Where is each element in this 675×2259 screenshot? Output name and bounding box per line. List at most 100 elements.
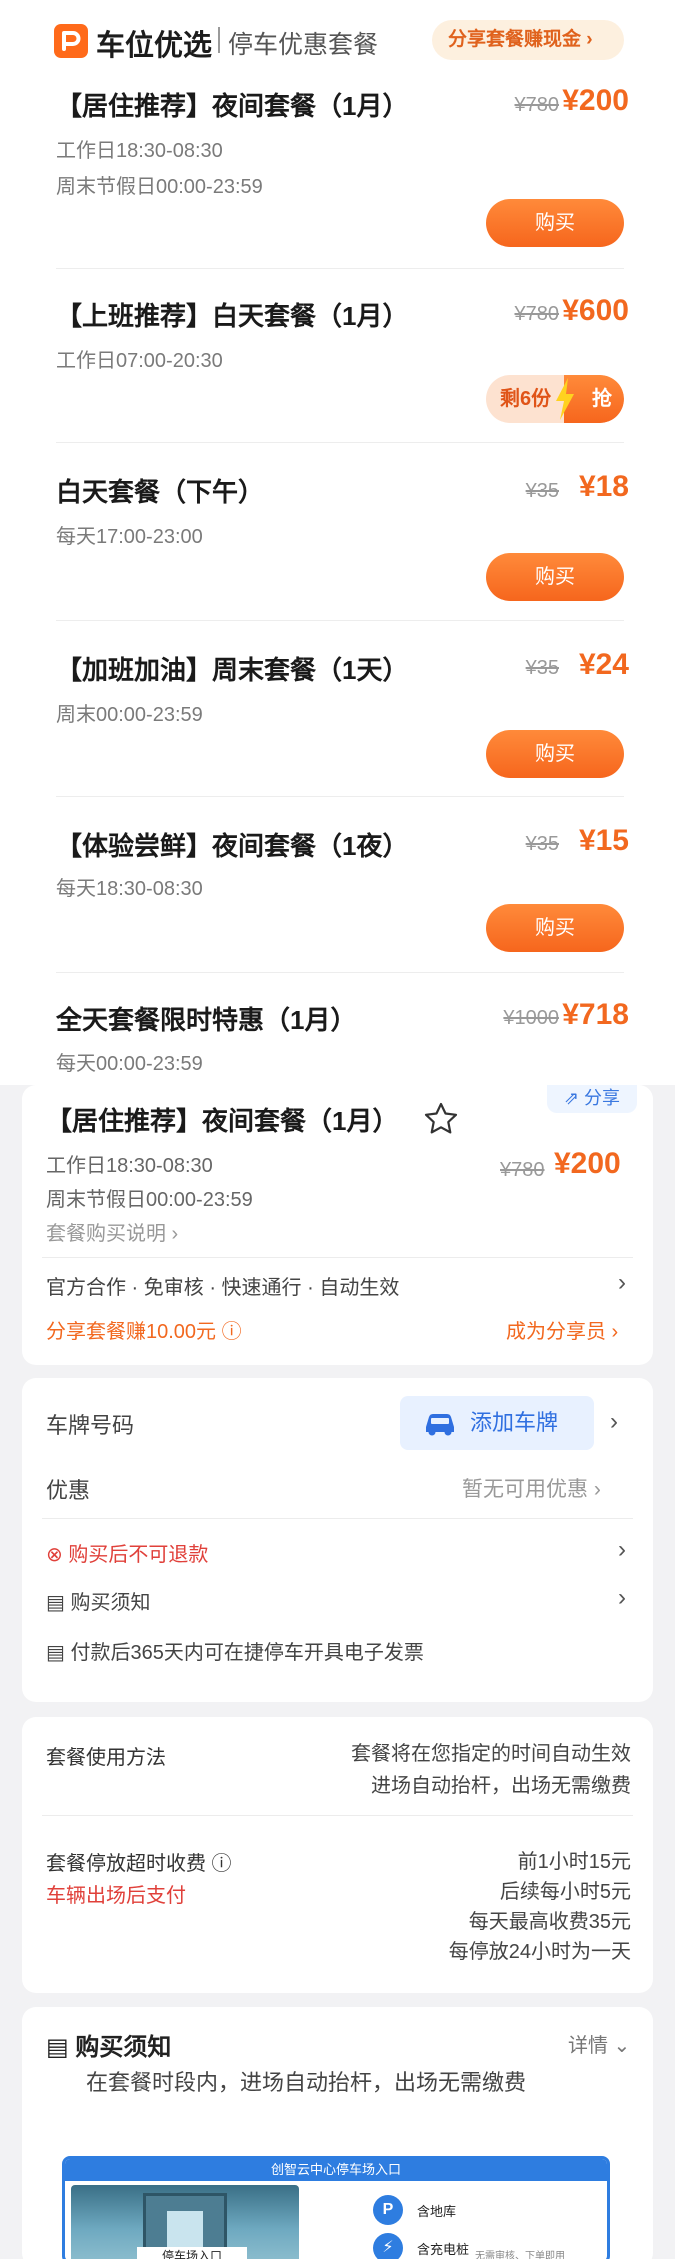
overtime-fee-text: 套餐停放超时收费 bbox=[46, 1853, 206, 1875]
package-title: 【加班加油】周末套餐（1天） bbox=[56, 655, 409, 685]
divider bbox=[56, 268, 624, 269]
document-icon: ▤ bbox=[46, 2034, 76, 2061]
parking-logo-icon bbox=[54, 24, 88, 58]
overtime-rule: 前1小时15元 bbox=[517, 1851, 631, 1873]
invoice-label: 付款后365天内可在捷停车开具电子发票 bbox=[70, 1642, 424, 1664]
photo-caption: 停车场入口 bbox=[137, 2247, 247, 2259]
chevron-right-icon[interactable]: › bbox=[618, 1271, 626, 1295]
no-refund-row[interactable]: ⊗ 购买后不可退款 bbox=[46, 1538, 208, 1567]
original-price: ¥35 bbox=[525, 480, 559, 502]
buy-button[interactable]: 购买 bbox=[486, 730, 624, 778]
share-button[interactable]: ⇗ 分享 bbox=[547, 1085, 637, 1113]
usage-line: 套餐将在您指定的时间自动生效 bbox=[351, 1743, 631, 1765]
chevron-right-icon: › bbox=[166, 1223, 179, 1245]
package-price: ¥24 bbox=[578, 648, 629, 681]
top-bar: 车位优选 停车优惠套餐 分享套餐赚现金 › bbox=[0, 0, 675, 72]
invoice-row: ▤ 付款后365天内可在捷停车开具电子发票 bbox=[46, 1636, 424, 1665]
notice-text: 在套餐时段内，进场自动抬杆，出场无需缴费 bbox=[86, 2070, 527, 2095]
original-price: ¥35 bbox=[525, 657, 559, 679]
remaining-count: 剩6份 bbox=[500, 388, 552, 410]
package-list-screen: 车位优选 停车优惠套餐 分享套餐赚现金 › 【居住推荐】夜间套餐（1月） ¥78… bbox=[0, 0, 675, 1085]
package-price: ¥600 bbox=[562, 294, 629, 327]
share-label: 分享 bbox=[584, 1088, 621, 1108]
charging-icon: ⚡ bbox=[373, 2233, 403, 2259]
package-title: 【上班推荐】白天套餐（1月） bbox=[56, 301, 409, 331]
overtime-pay-note: 车辆出场后支付 bbox=[46, 1885, 186, 1907]
add-plate-label: 添加车牌 bbox=[470, 1410, 559, 1435]
package-time: 周末00:00-23:59 bbox=[56, 704, 203, 726]
package-time: 周末节假日00:00-23:59 bbox=[56, 176, 263, 198]
chevron-right-icon: › bbox=[606, 1321, 619, 1343]
order-options-card: 车牌号码 添加车牌 › 优惠 暂无可用优惠 › ⊗ 购买后不可退款 › ▤ 购买… bbox=[22, 1378, 653, 1702]
chevron-right-icon: › bbox=[581, 29, 593, 50]
photo-footnote: 无需审核、下单即用 bbox=[475, 2251, 565, 2259]
original-price: ¥780 bbox=[514, 303, 560, 325]
details-toggle[interactable]: 详情 ⌄ bbox=[568, 2029, 630, 2058]
package-title: 全天套餐限时特惠（1月） bbox=[56, 1005, 357, 1035]
divider bbox=[56, 796, 624, 797]
overtime-rule: 每停放24小时为一天 bbox=[448, 1941, 631, 1963]
usage-method-label: 套餐使用方法 bbox=[46, 1747, 166, 1769]
package-price: ¥15 bbox=[578, 824, 629, 857]
original-price: ¥35 bbox=[525, 833, 559, 855]
help-icon: ⓘ bbox=[216, 1321, 242, 1343]
package-title: 【居住推荐】夜间套餐（1月） bbox=[56, 91, 409, 121]
flash-sale-button[interactable]: 剩6份 抢 bbox=[486, 375, 624, 423]
entrance-photo: 停车场入口 bbox=[71, 2185, 299, 2259]
discount-value: 暂无可用优惠 bbox=[462, 1478, 588, 1501]
package-title: 白天套餐（下午） bbox=[56, 477, 265, 507]
package-detail-screen: ⇗ 分享 【居住推荐】夜间套餐（1月） 工作日18:30-08:30 周末节假日… bbox=[0, 1085, 675, 2259]
package-time: 工作日07:00-20:30 bbox=[56, 350, 223, 372]
chevron-right-icon[interactable]: › bbox=[610, 1410, 618, 1434]
package-time: 每天17:00-23:00 bbox=[56, 526, 203, 548]
details-label: 详情 bbox=[568, 2035, 608, 2057]
divider bbox=[56, 972, 624, 973]
divider bbox=[56, 442, 624, 443]
package-price: ¥718 bbox=[562, 998, 629, 1031]
purchase-notice-row[interactable]: ▤ 购买须知 bbox=[46, 1586, 150, 1615]
warning-circle-icon: ⊗ bbox=[46, 1544, 69, 1566]
divider bbox=[42, 1815, 633, 1816]
lightning-icon bbox=[556, 378, 574, 420]
parking-entrance-card: 创智云中心停车场入口 停车场入口 P 含地库 ⚡ 含充电桩 无需审核、下单即用 bbox=[62, 2156, 610, 2259]
package-price: ¥200 bbox=[554, 1147, 621, 1180]
become-sharer-link[interactable]: 成为分享员 › bbox=[506, 1315, 618, 1344]
original-price: ¥780 bbox=[500, 1159, 545, 1181]
help-icon[interactable]: ⓘ bbox=[206, 1853, 232, 1875]
chevron-right-icon: › bbox=[588, 1478, 601, 1501]
package-price: ¥18 bbox=[578, 470, 629, 503]
chevron-right-icon[interactable]: › bbox=[618, 1586, 626, 1610]
discount-label: 优惠 bbox=[46, 1478, 91, 1503]
no-refund-label: 购买后不可退款 bbox=[68, 1544, 209, 1566]
parking-icon: P bbox=[373, 2195, 403, 2225]
package-time: 每天00:00-23:59 bbox=[56, 1053, 203, 1075]
discount-selector[interactable]: 暂无可用优惠 › bbox=[462, 1473, 601, 1503]
purchase-description-link[interactable]: 套餐购买说明 › bbox=[46, 1217, 178, 1246]
photo-header: 创智云中心停车场入口 bbox=[65, 2159, 607, 2181]
buy-button[interactable]: 购买 bbox=[486, 553, 624, 601]
share-earn-label: 分享套餐赚10.00元 bbox=[46, 1321, 217, 1343]
add-plate-button[interactable]: 添加车牌 bbox=[400, 1396, 594, 1450]
package-time: 周末节假日00:00-23:59 bbox=[46, 1189, 253, 1211]
feature-list: 官方合作 · 免审核 · 快速通行 · 自动生效 bbox=[46, 1277, 400, 1299]
divider bbox=[42, 1518, 633, 1519]
divider bbox=[218, 27, 220, 53]
buy-button[interactable]: 购买 bbox=[486, 904, 624, 952]
document-icon: ▤ bbox=[46, 1592, 71, 1614]
notice-title: ▤ 购买须知 bbox=[46, 2027, 171, 2062]
package-time: 工作日18:30-08:30 bbox=[46, 1155, 213, 1177]
chevron-right-icon[interactable]: › bbox=[618, 1538, 626, 1562]
plate-number-label: 车牌号码 bbox=[46, 1413, 135, 1438]
buy-button[interactable]: 购买 bbox=[486, 199, 624, 247]
brand-title: 车位优选 bbox=[96, 30, 213, 62]
share-earn-link[interactable]: 分享套餐赚10.00元 ⓘ bbox=[46, 1315, 242, 1344]
overtime-fee-label: 套餐停放超时收费 ⓘ bbox=[46, 1847, 232, 1876]
brand-subtitle: 停车优惠套餐 bbox=[228, 31, 379, 59]
original-price: ¥780 bbox=[514, 94, 560, 116]
share-pill-label: 分享套餐赚现金 bbox=[448, 29, 582, 50]
usage-card: 套餐使用方法 套餐将在您指定的时间自动生效 进场自动抬杆，出场无需缴费 套餐停放… bbox=[22, 1717, 653, 1993]
package-time: 每天18:30-08:30 bbox=[56, 878, 203, 900]
package-price: ¥200 bbox=[562, 84, 629, 117]
star-favorite-icon[interactable] bbox=[424, 1102, 458, 1134]
share-earn-cash-button[interactable]: 分享套餐赚现金 › bbox=[432, 20, 624, 60]
